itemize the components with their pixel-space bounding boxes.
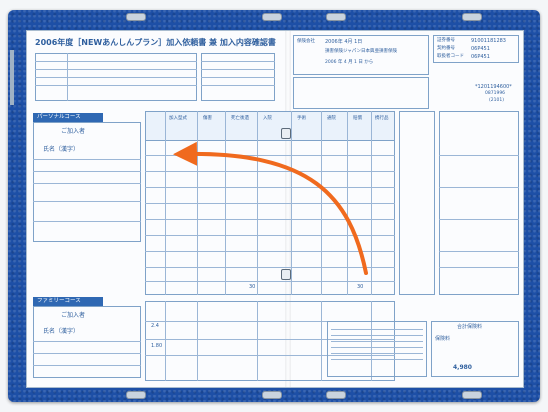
document-viewer: 2006年度［NEWあんしんプラン］加入依頼書 兼 加入内容確認書 2006年 … bbox=[0, 0, 548, 412]
orange-arrow bbox=[173, 141, 368, 275]
annotation-layer bbox=[173, 141, 368, 275]
